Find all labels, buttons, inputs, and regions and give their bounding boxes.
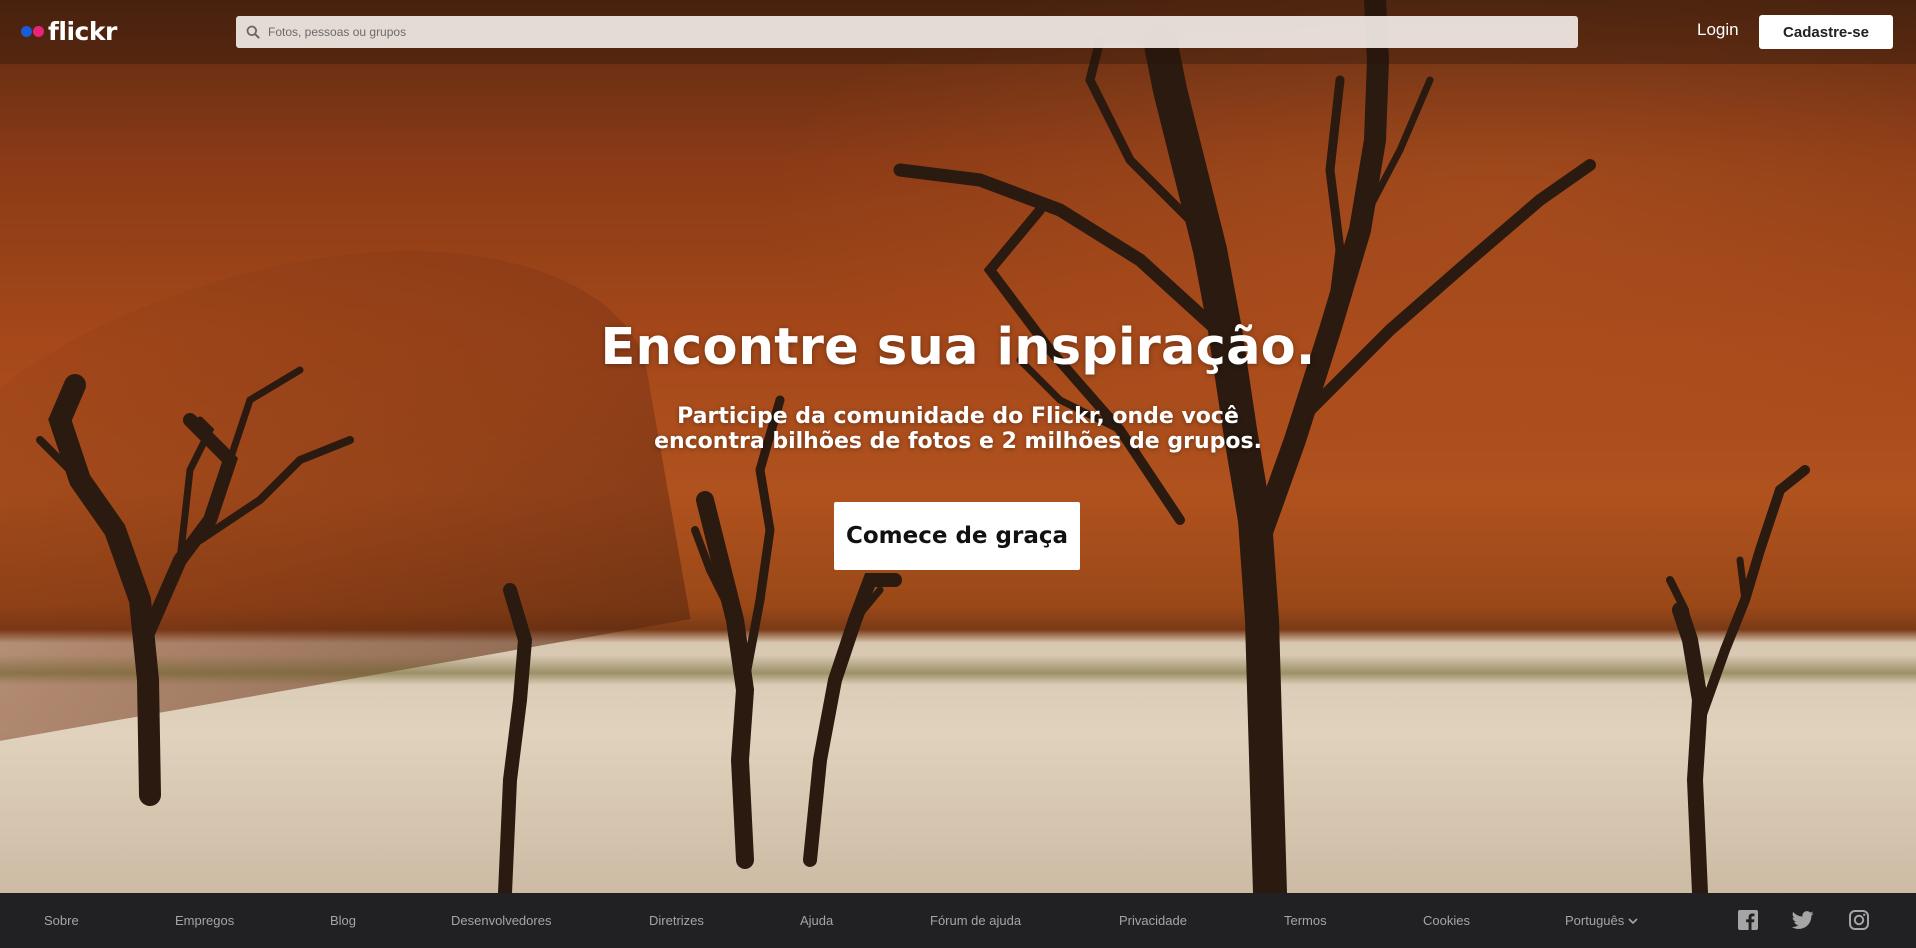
signup-button[interactable]: Cadastre-se (1759, 15, 1893, 49)
chevron-down-icon (1628, 917, 1638, 924)
footer-link-ajuda[interactable]: Ajuda (800, 913, 833, 928)
hero-headline: Encontre sua inspiração. (600, 318, 1316, 377)
top-navigation-bar: flickr Login Cadastre-se (0, 0, 1916, 64)
footer-link-forum-ajuda[interactable]: Fórum de ajuda (930, 913, 1021, 928)
hero-subtitle-line-1: Participe da comunidade do Flickr, onde … (677, 404, 1239, 429)
flickr-logo[interactable]: flickr (21, 17, 117, 46)
logo-blue-dot (21, 26, 32, 37)
footer-link-sobre[interactable]: Sobre (44, 913, 79, 928)
footer-link-empregos[interactable]: Empregos (175, 913, 234, 928)
logo-pink-dot (33, 26, 44, 37)
hero-subtitle-line-2: encontra bilhões de fotos e 2 milhões de… (654, 429, 1262, 454)
language-selector[interactable]: Português (1565, 913, 1638, 928)
footer-link-termos[interactable]: Termos (1284, 913, 1327, 928)
facebook-icon[interactable] (1737, 909, 1759, 931)
footer: Sobre Empregos Blog Desenvolvedores Dire… (0, 893, 1916, 948)
language-label: Português (1565, 913, 1625, 928)
footer-link-cookies[interactable]: Cookies (1423, 913, 1470, 928)
search-bar (236, 16, 1578, 48)
twitter-icon[interactable] (1792, 909, 1814, 931)
footer-link-privacidade[interactable]: Privacidade (1119, 913, 1187, 928)
footer-link-diretrizes[interactable]: Diretrizes (649, 913, 704, 928)
footer-link-desenvolvedores[interactable]: Desenvolvedores (451, 913, 551, 928)
login-link[interactable]: Login (1697, 20, 1739, 40)
footer-link-blog[interactable]: Blog (330, 913, 356, 928)
hero-subtitle: Participe da comunidade do Flickr, onde … (608, 404, 1308, 454)
start-free-button[interactable]: Comece de graça (834, 502, 1080, 570)
search-input[interactable] (266, 17, 1578, 47)
search-icon[interactable] (240, 16, 266, 48)
instagram-icon[interactable] (1848, 909, 1870, 931)
logo-wordmark: flickr (48, 17, 117, 46)
